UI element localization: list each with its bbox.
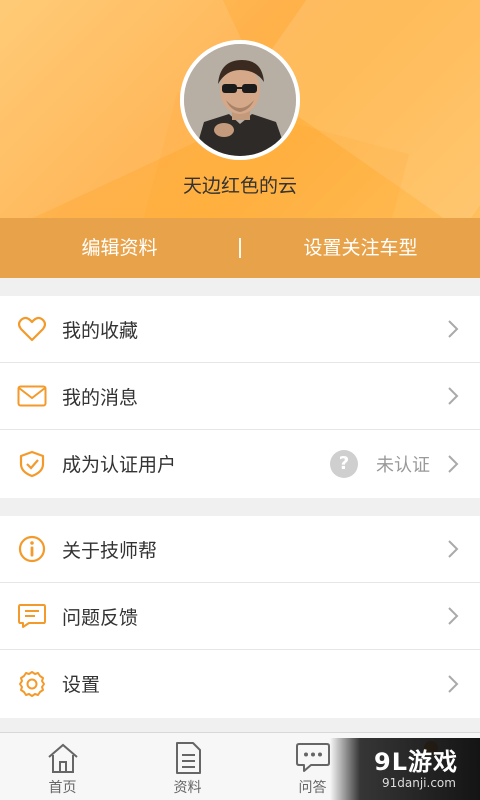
home-icon xyxy=(47,743,78,773)
edit-profile-button[interactable]: 编辑资料 xyxy=(0,218,239,278)
profile-header: 天边红色的云 xyxy=(0,0,480,218)
heart-icon xyxy=(17,314,47,344)
menu-item-favorites[interactable]: 我的收藏 xyxy=(0,296,480,363)
watermark: 9L游戏 91danji.com xyxy=(330,738,480,800)
document-icon xyxy=(175,742,201,774)
chevron-right-icon xyxy=(448,387,459,405)
menu-item-label: 设置 xyxy=(62,674,101,696)
gear-icon xyxy=(17,669,47,699)
tab-label: 问答 xyxy=(298,780,327,796)
menu-item-label: 成为认证用户 xyxy=(62,454,177,476)
tab-materials[interactable]: 资料 xyxy=(125,733,250,800)
envelope-icon xyxy=(17,381,47,411)
avatar[interactable] xyxy=(180,40,300,160)
menu-item-about[interactable]: 关于技师帮 xyxy=(0,516,480,583)
chevron-right-icon xyxy=(448,540,459,558)
question-mark-icon[interactable]: ? xyxy=(330,449,358,478)
menu-item-label: 我的收藏 xyxy=(62,319,139,342)
menu-item-feedback[interactable]: 问题反馈 xyxy=(0,583,480,650)
menu-item-label: 问题反馈 xyxy=(62,606,139,629)
chevron-right-icon xyxy=(448,674,459,693)
set-followed-models-button[interactable]: 设置关注车型 xyxy=(241,218,480,278)
chevron-right-icon xyxy=(448,320,459,338)
chevron-right-icon xyxy=(448,454,459,473)
watermark-brand: 9L游戏 xyxy=(374,748,458,776)
info-icon xyxy=(17,534,47,564)
menu-item-label: 关于技师帮 xyxy=(62,539,158,562)
verification-status-text: 未认证 xyxy=(376,454,430,476)
menu-item-messages[interactable]: 我的消息 xyxy=(0,363,480,430)
profile-action-bar: 编辑资料 设置关注车型 xyxy=(0,218,480,278)
menu-group-1: 我的收藏 我的消息 成为认证用户 ? 未认证 xyxy=(0,296,480,498)
tab-label: 首页 xyxy=(48,780,77,796)
tab-label: 资料 xyxy=(173,780,202,796)
menu-item-settings[interactable]: 设置 xyxy=(0,650,480,717)
menu-item-verify-user[interactable]: 成为认证用户 ? 未认证 xyxy=(0,430,480,497)
chevron-right-icon xyxy=(448,607,459,625)
chat-bubble-icon xyxy=(295,743,330,772)
feedback-message-icon xyxy=(17,601,47,631)
divider xyxy=(239,238,241,258)
user-avatar-photo xyxy=(184,44,296,156)
menu-item-label: 我的消息 xyxy=(62,386,139,409)
username: 天边红色的云 xyxy=(182,175,297,197)
watermark-domain: 91danji.com xyxy=(382,776,456,790)
menu-group-2: 关于技师帮 问题反馈 设置 xyxy=(0,516,480,718)
shield-check-icon xyxy=(17,449,47,479)
verification-status: ? 未认证 xyxy=(330,449,430,478)
tab-home[interactable]: 首页 xyxy=(0,733,125,800)
